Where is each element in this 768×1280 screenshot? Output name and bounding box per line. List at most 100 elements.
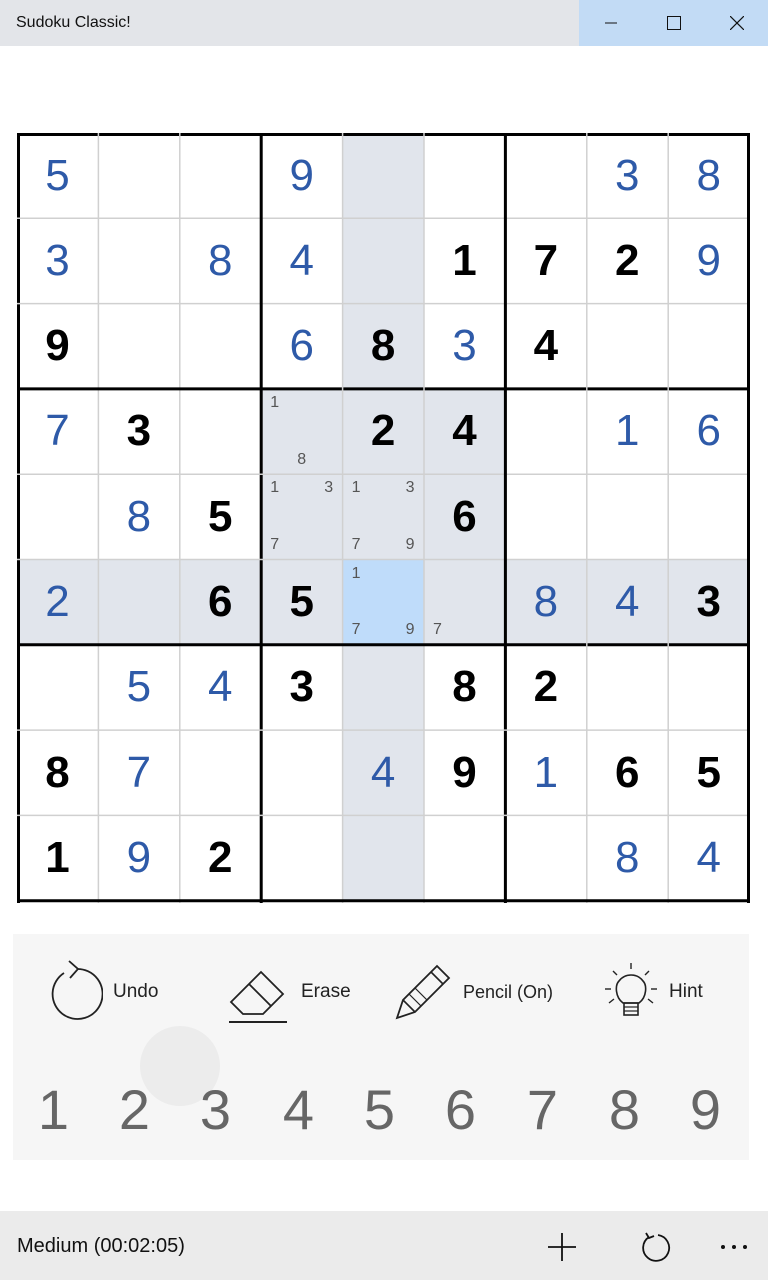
cell-r6c2[interactable] (98, 559, 180, 645)
cell-r4c8[interactable]: 1 (586, 388, 668, 474)
close-button[interactable] (705, 0, 768, 46)
cell-r8c4[interactable] (261, 730, 343, 816)
cell-r3c3[interactable] (179, 303, 261, 389)
cell-r1c8[interactable]: 3 (586, 133, 668, 218)
cell-r1c1[interactable]: 5 (17, 133, 98, 218)
cell-r3c8[interactable] (586, 303, 668, 389)
cell-r5c8[interactable] (586, 474, 668, 560)
cell-r4c6[interactable]: 4 (424, 388, 505, 474)
cell-r1c6[interactable] (424, 133, 505, 218)
cell-r5c7[interactable] (505, 474, 587, 560)
cell-r6c8[interactable]: 4 (586, 559, 668, 645)
cell-r3c5[interactable]: 8 (342, 303, 424, 389)
number-button-4[interactable]: 4 (258, 1074, 339, 1144)
cell-r9c1[interactable]: 1 (17, 815, 98, 901)
cell-r5c6[interactable]: 6 (424, 474, 505, 560)
cell-r8c5[interactable]: 4 (342, 730, 424, 816)
cell-r1c7[interactable] (505, 133, 587, 218)
cell-r6c9[interactable]: 3 (668, 559, 750, 645)
erase-button[interactable]: Erase (227, 954, 351, 1030)
cell-r2c9[interactable]: 9 (668, 218, 750, 304)
cell-r7c7[interactable]: 2 (505, 644, 587, 730)
cell-r5c4[interactable]: 1 3 7 (261, 474, 343, 560)
cell-r1c2[interactable] (98, 133, 180, 218)
cell-r4c3[interactable] (179, 388, 261, 474)
cell-r8c6[interactable]: 9 (424, 730, 505, 816)
cell-r2c4[interactable]: 4 (261, 218, 343, 304)
cell-r4c2[interactable]: 3 (98, 388, 180, 474)
cell-r9c6[interactable] (424, 815, 505, 901)
cell-r7c6[interactable]: 8 (424, 644, 505, 730)
cell-r2c6[interactable]: 1 (424, 218, 505, 304)
cell-r1c4[interactable]: 9 (261, 133, 343, 218)
number-button-8[interactable]: 8 (584, 1074, 665, 1144)
cell-r4c7[interactable] (505, 388, 587, 474)
minimize-button[interactable] (579, 0, 642, 46)
undo-button[interactable]: Undo (43, 954, 158, 1030)
number-button-2[interactable]: 2 (94, 1074, 175, 1144)
cell-r1c3[interactable] (179, 133, 261, 218)
cell-r7c4[interactable]: 3 (261, 644, 343, 730)
cell-r5c1[interactable] (17, 474, 98, 560)
cell-r2c7[interactable]: 7 (505, 218, 587, 304)
cell-r5c2[interactable]: 8 (98, 474, 180, 560)
cell-r2c2[interactable] (98, 218, 180, 304)
cell-r3c4[interactable]: 6 (261, 303, 343, 389)
number-button-9[interactable]: 9 (665, 1074, 746, 1144)
cell-r5c9[interactable] (668, 474, 750, 560)
cell-r6c1[interactable]: 2 (17, 559, 98, 645)
cell-r8c7[interactable]: 1 (505, 730, 587, 816)
cell-r7c2[interactable]: 5 (98, 644, 180, 730)
cell-r6c7[interactable]: 8 (505, 559, 587, 645)
more-button[interactable] (712, 1225, 756, 1269)
number-button-7[interactable]: 7 (502, 1074, 583, 1144)
cell-r2c5[interactable] (342, 218, 424, 304)
cell-r7c8[interactable] (586, 644, 668, 730)
pencil-button[interactable]: Pencil (On) (393, 954, 553, 1030)
cell-r7c9[interactable] (668, 644, 750, 730)
cell-r9c8[interactable]: 8 (586, 815, 668, 901)
number-button-6[interactable]: 6 (420, 1074, 501, 1144)
new-game-button[interactable] (540, 1225, 584, 1269)
cell-r4c4[interactable]: 18 (261, 388, 343, 474)
cell-r2c3[interactable]: 8 (179, 218, 261, 304)
cell-r4c1[interactable]: 7 (17, 388, 98, 474)
cell-r4c9[interactable]: 6 (668, 388, 750, 474)
cell-r9c4[interactable] (261, 815, 343, 901)
cell-r1c9[interactable]: 8 (668, 133, 750, 218)
cell-r2c1[interactable]: 3 (17, 218, 98, 304)
cell-r8c3[interactable] (179, 730, 261, 816)
cell-r3c7[interactable]: 4 (505, 303, 587, 389)
restart-button[interactable] (633, 1225, 677, 1269)
cell-r7c3[interactable]: 4 (179, 644, 261, 730)
cell-r8c1[interactable]: 8 (17, 730, 98, 816)
cell-r8c8[interactable]: 6 (586, 730, 668, 816)
cell-r3c9[interactable] (668, 303, 750, 389)
cell-r5c3[interactable]: 5 (179, 474, 261, 560)
cell-r8c2[interactable]: 7 (98, 730, 180, 816)
cell-r9c2[interactable]: 9 (98, 815, 180, 901)
number-button-5[interactable]: 5 (339, 1074, 420, 1144)
maximize-button[interactable] (642, 0, 705, 46)
cell-r6c4[interactable]: 5 (261, 559, 343, 645)
cell-r8c9[interactable]: 5 (668, 730, 750, 816)
cell-r1c5[interactable] (342, 133, 424, 218)
number-button-3[interactable]: 3 (175, 1074, 256, 1144)
cell-r2c8[interactable]: 2 (586, 218, 668, 304)
cell-r9c5[interactable] (342, 815, 424, 901)
hint-button[interactable]: Hint (603, 954, 703, 1030)
cell-r9c9[interactable]: 4 (668, 815, 750, 901)
cell-r9c7[interactable] (505, 815, 587, 901)
cell-r3c2[interactable] (98, 303, 180, 389)
cell-r9c3[interactable]: 2 (179, 815, 261, 901)
cell-r5c5[interactable]: 1 3 7 9 (342, 474, 424, 560)
cell-r7c1[interactable] (17, 644, 98, 730)
cell-r3c6[interactable]: 3 (424, 303, 505, 389)
cell-r6c3[interactable]: 6 (179, 559, 261, 645)
number-button-1[interactable]: 1 (13, 1074, 94, 1144)
cell-r7c5[interactable] (342, 644, 424, 730)
cell-r6c6[interactable]: 7 (424, 559, 505, 645)
cell-r3c1[interactable]: 9 (17, 303, 98, 389)
cell-r4c5[interactable]: 2 (342, 388, 424, 474)
cell-r6c5[interactable]: 1 7 9 (342, 559, 424, 645)
